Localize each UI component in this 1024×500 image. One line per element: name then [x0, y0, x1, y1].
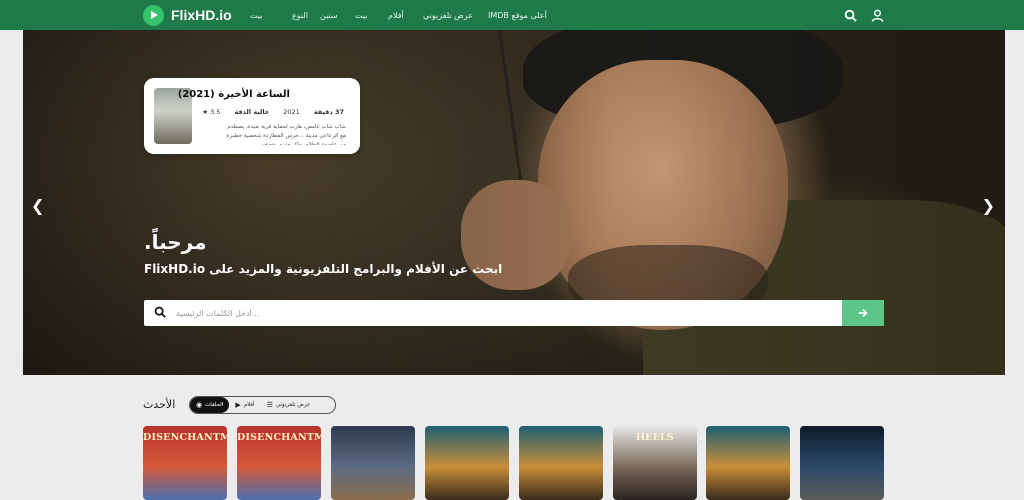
welcome-tagline: ابحث عن الأفلام والبرامج التلفزيونية وال…	[144, 262, 503, 276]
slider-prev-arrow-icon[interactable]: ❮	[31, 196, 44, 215]
hero-search-bar	[144, 300, 884, 326]
user-icon[interactable]	[871, 9, 884, 22]
featured-title: الساعة الأخيرة (2021)	[177, 89, 290, 100]
search-icon[interactable]	[844, 9, 857, 22]
star-icon: ★	[202, 108, 209, 116]
featured-meta: 37 دقيقة 2021 عالية الدقة 3.5 ★	[202, 108, 344, 116]
site-name: FlixHD.io	[171, 7, 232, 23]
tab-movies[interactable]: ▶ أفلام	[229, 397, 260, 413]
play-icon: ▶	[235, 401, 241, 409]
tab-tv-shows-label: عرض تلفزيوني	[275, 402, 311, 408]
search-icon	[154, 306, 166, 318]
poster-item[interactable]	[800, 426, 884, 500]
poster-item[interactable]	[706, 426, 790, 500]
latest-tabs: ◉ الحلقات ▶ أفلام ☰ عرض تلفزيوني	[189, 396, 336, 414]
welcome-heading: مرحباً.	[144, 230, 207, 254]
latest-posters-row: DISENCHANTMENT DISENCHANTMENT HEELS	[143, 426, 884, 500]
top-navigation-inner: FlixHD.io بيت النوع سنين بيت أفلام عرض ت…	[143, 0, 884, 30]
tab-episodes-label: الحلقات	[205, 402, 224, 408]
search-input[interactable]	[176, 303, 836, 323]
poster-title: HEELS	[636, 432, 674, 443]
slider-next-arrow-icon[interactable]: ❯	[982, 196, 995, 215]
poster-item[interactable]	[425, 426, 509, 500]
featured-year: 2021	[283, 108, 300, 116]
nav-item-genre[interactable]: النوع	[292, 11, 308, 20]
nav-item-years[interactable]: سنين	[320, 11, 338, 20]
nav-item-top-imdb[interactable]: IMDB أعلى موقع	[488, 11, 547, 20]
poster-item[interactable]	[519, 426, 603, 500]
arrow-right-icon	[858, 308, 868, 318]
featured-description: شاب شاب غامض، هارب لحماية قرية بعيدة، يص…	[226, 124, 346, 145]
site-logo[interactable]: FlixHD.io	[143, 3, 232, 27]
search-submit-button[interactable]	[842, 300, 884, 326]
featured-rating: 3.5	[210, 108, 221, 116]
tab-movies-label: أفلام	[243, 402, 255, 408]
featured-movie-card[interactable]: الساعة الأخيرة (2021) 37 دقيقة 2021 عالي…	[144, 78, 360, 154]
top-actions	[844, 0, 884, 30]
top-navigation-bar: FlixHD.io بيت النوع سنين بيت أفلام عرض ت…	[0, 0, 1024, 30]
latest-section-title: الأحدث	[143, 398, 176, 411]
tab-episodes[interactable]: ◉ الحلقات	[190, 397, 230, 413]
poster-title: DISENCHANTMENT	[143, 432, 227, 443]
nav-item-home[interactable]: بيت	[355, 11, 368, 20]
featured-rating-wrap: 3.5 ★	[202, 108, 220, 116]
poster-title: DISENCHANTMENT	[237, 432, 321, 443]
nav-item-tv-shows[interactable]: عرض تلفزيوني	[423, 11, 473, 20]
poster-item[interactable]: HEELS	[613, 426, 697, 500]
featured-quality: عالية الدقة	[234, 108, 270, 116]
nav-item-movies[interactable]: أفلام	[388, 11, 404, 20]
play-logo-icon	[143, 4, 164, 26]
poster-item[interactable]: DISENCHANTMENT	[143, 426, 227, 500]
hero-banner: ❮ ❯ الساعة الأخيرة (2021) 37 دقيقة 2021 …	[23, 30, 1005, 375]
featured-duration: 37 دقيقة	[313, 108, 344, 116]
poster-item[interactable]: DISENCHANTMENT	[237, 426, 321, 500]
poster-item[interactable]	[331, 426, 415, 500]
tab-tv-shows[interactable]: ☰ عرض تلفزيوني	[261, 397, 317, 413]
nav-item-imdb-top[interactable]: بيت	[250, 11, 263, 20]
list-icon: ☰	[266, 401, 273, 409]
play-circle-icon: ◉	[196, 401, 203, 409]
